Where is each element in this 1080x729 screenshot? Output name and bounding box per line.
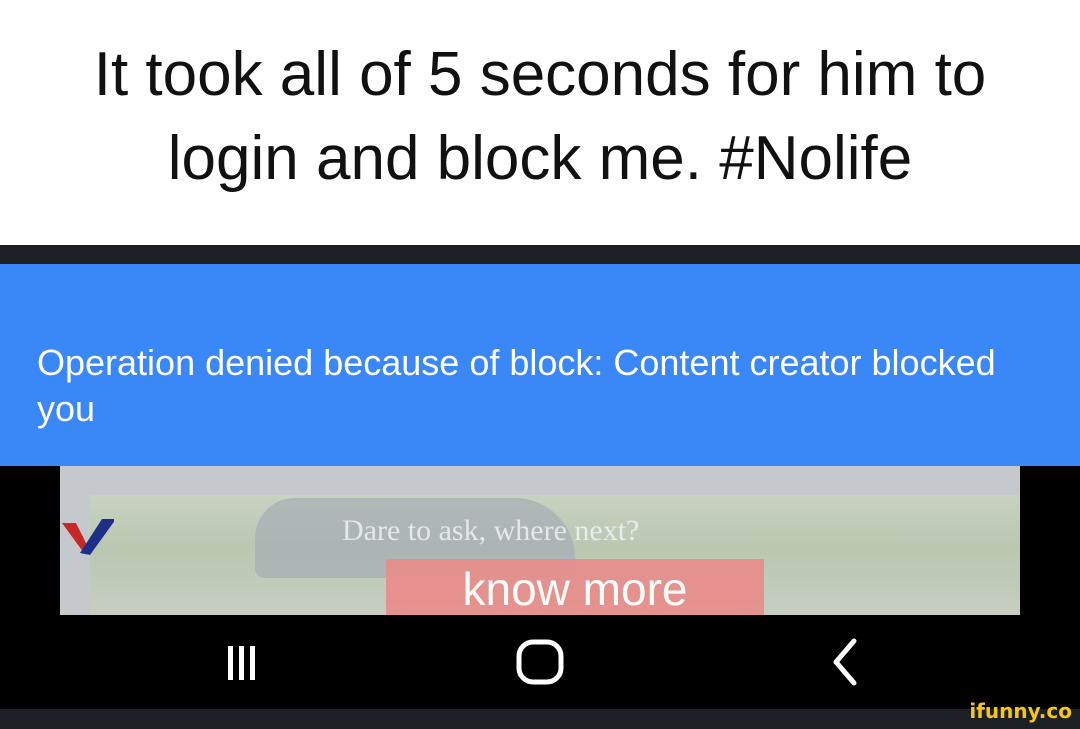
home-button[interactable] xyxy=(500,633,580,691)
ifunny-watermark: ifunny.co xyxy=(969,699,1072,723)
caption-text: It took all of 5 seconds for him to logi… xyxy=(93,39,987,193)
meme-caption: It took all of 5 seconds for him to logi… xyxy=(0,0,1080,245)
ad-banner[interactable]: Dare to ask, where next? know more xyxy=(60,466,1020,615)
android-nav-bar xyxy=(0,615,1080,709)
recent-apps-button[interactable] xyxy=(201,633,281,691)
error-snackbar: Operation denied because of block: Conte… xyxy=(0,264,1080,466)
home-icon xyxy=(516,639,564,685)
bottom-strip xyxy=(0,709,1080,729)
back-button[interactable] xyxy=(804,633,884,691)
back-icon xyxy=(833,638,857,686)
phone-screen: Operation denied because of block: Conte… xyxy=(0,245,1080,729)
recent-apps-icon xyxy=(228,646,255,680)
ad-tagline: Dare to ask, where next? xyxy=(342,514,640,547)
snackbar-message: Operation denied because of block: Conte… xyxy=(37,342,996,429)
v-logo-icon xyxy=(62,519,114,555)
know-more-button[interactable]: know more xyxy=(386,559,764,615)
status-strip xyxy=(0,245,1080,264)
